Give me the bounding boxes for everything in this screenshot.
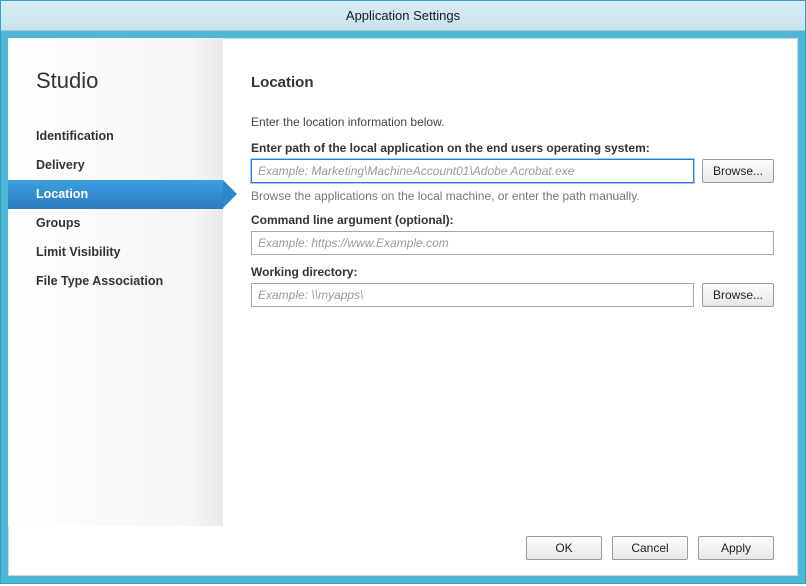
sidebar-item-limit-visibility[interactable]: Limit Visibility <box>8 238 223 267</box>
sidebar-item-identification[interactable]: Identification <box>8 122 223 151</box>
main-panel: Location Enter the location information … <box>223 38 798 526</box>
apply-button[interactable]: Apply <box>698 536 774 560</box>
sidebar-item-label: Limit Visibility <box>36 245 121 259</box>
cmd-input[interactable] <box>251 231 774 255</box>
sidebar-item-file-type-association[interactable]: File Type Association <box>8 267 223 296</box>
cancel-button[interactable]: Cancel <box>612 536 688 560</box>
sidebar-item-label: Location <box>36 187 88 201</box>
sidebar-item-label: Groups <box>36 216 80 230</box>
path-row: Browse... <box>251 159 774 183</box>
window-chrome: Studio Identification Delivery Location … <box>1 31 805 583</box>
sidebar-title: Studio <box>8 68 223 122</box>
sidebar: Studio Identification Delivery Location … <box>8 38 223 526</box>
app-settings-window: Application Settings Studio Identificati… <box>0 0 806 584</box>
workdir-row: Browse... <box>251 283 774 307</box>
titlebar[interactable]: Application Settings <box>1 1 805 31</box>
content-area: Studio Identification Delivery Location … <box>8 38 798 576</box>
sidebar-item-label: Delivery <box>36 158 85 172</box>
path-label: Enter path of the local application on t… <box>251 141 774 155</box>
window-title: Application Settings <box>346 8 460 23</box>
sidebar-item-groups[interactable]: Groups <box>8 209 223 238</box>
sidebar-item-delivery[interactable]: Delivery <box>8 151 223 180</box>
workdir-label: Working directory: <box>251 265 774 279</box>
intro-text: Enter the location information below. <box>251 115 774 129</box>
sidebar-item-label: File Type Association <box>36 274 163 288</box>
sidebar-item-location[interactable]: Location <box>8 180 223 209</box>
browse-workdir-button[interactable]: Browse... <box>702 283 774 307</box>
browse-path-button[interactable]: Browse... <box>702 159 774 183</box>
path-hint: Browse the applications on the local mac… <box>251 189 774 203</box>
footer: OK Cancel Apply <box>8 526 798 576</box>
page-title: Location <box>251 74 774 91</box>
workdir-input[interactable] <box>251 283 694 307</box>
path-input[interactable] <box>251 159 694 183</box>
ok-button[interactable]: OK <box>526 536 602 560</box>
nav: Identification Delivery Location Groups <box>8 122 223 296</box>
cmd-label: Command line argument (optional): <box>251 213 774 227</box>
body: Studio Identification Delivery Location … <box>8 38 798 526</box>
cmd-row <box>251 231 774 255</box>
sidebar-item-label: Identification <box>36 129 114 143</box>
